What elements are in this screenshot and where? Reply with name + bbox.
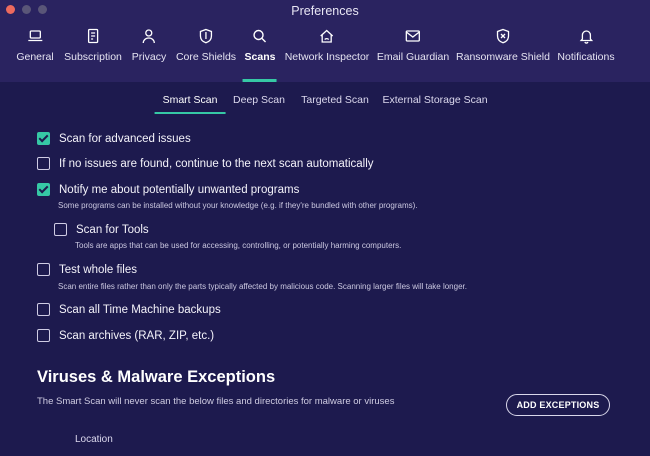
advanced-issues-checkbox[interactable]: [37, 132, 50, 145]
tab-core-shields-label: Core Shields: [175, 51, 237, 63]
scan-archives-checkbox[interactable]: [37, 329, 50, 342]
window-title: Preferences: [291, 4, 359, 18]
tab-ransomware-shield-label: Ransomware Shield: [456, 51, 550, 63]
tab-general-label: General: [16, 51, 54, 63]
tab-network-inspector[interactable]: Network Inspector: [284, 24, 370, 82]
subtab-deep-scan[interactable]: Deep Scan: [225, 92, 293, 112]
advanced-issues-label: Scan for advanced issues: [59, 132, 191, 145]
laptop-icon: [27, 30, 42, 42]
time-machine-label: Scan all Time Machine backups: [59, 303, 221, 316]
time-machine-checkbox[interactable]: [37, 303, 50, 316]
shield-icon: [199, 28, 213, 44]
home-wifi-icon: [320, 29, 334, 43]
unwanted-programs-hint: Some programs can be installed without y…: [58, 201, 418, 210]
test-whole-files-label: Test whole files: [59, 263, 137, 276]
tab-subscription-label: Subscription: [64, 51, 122, 63]
envelope-icon: [405, 30, 421, 42]
tab-general[interactable]: General: [16, 24, 54, 82]
option-time-machine[interactable]: Scan all Time Machine backups: [37, 303, 221, 316]
tab-scans-label: Scans: [244, 51, 276, 63]
tab-privacy-label: Privacy: [131, 51, 167, 63]
test-whole-files-checkbox[interactable]: [37, 263, 50, 276]
subtab-smart-scan[interactable]: Smart Scan: [154, 92, 226, 114]
document-icon: [87, 28, 99, 44]
unwanted-programs-label: Notify me about potentially unwanted pro…: [59, 183, 300, 196]
option-unwanted-programs[interactable]: Notify me about potentially unwanted pro…: [37, 183, 299, 196]
location-column-header: Location: [75, 434, 113, 445]
tab-email-guardian[interactable]: Email Guardian: [377, 24, 449, 82]
subtab-external-storage-scan[interactable]: External Storage Scan: [374, 92, 495, 112]
magnifier-icon: [253, 29, 267, 43]
unwanted-programs-checkbox[interactable]: [37, 183, 50, 196]
bell-icon: [579, 30, 593, 44]
tab-privacy[interactable]: Privacy: [132, 24, 166, 82]
test-whole-files-hint: Scan entire files rather than only the p…: [58, 282, 467, 291]
active-tab-indicator: [243, 79, 277, 82]
continue-next-scan-label: If no issues are found, continue to the …: [59, 157, 374, 170]
tab-network-inspector-label: Network Inspector: [284, 51, 370, 63]
scan-type-tabs: Smart Scan Deep Scan Targeted Scan Exter…: [0, 92, 650, 114]
tab-notifications-label: Notifications: [557, 51, 615, 63]
option-scan-for-tools[interactable]: Scan for Tools: [54, 223, 149, 236]
continue-next-scan-checkbox[interactable]: [37, 157, 50, 170]
scan-for-tools-label: Scan for Tools: [76, 223, 149, 236]
tab-subscription[interactable]: Subscription: [64, 24, 122, 82]
scan-archives-label: Scan archives (RAR, ZIP, etc.): [59, 329, 215, 342]
tab-scans[interactable]: Scans: [243, 24, 277, 82]
option-advanced-issues[interactable]: Scan for advanced issues: [37, 132, 191, 145]
person-icon: [142, 29, 156, 44]
option-scan-archives[interactable]: Scan archives (RAR, ZIP, etc.): [37, 329, 214, 342]
option-continue-next-scan[interactable]: If no issues are found, continue to the …: [37, 157, 374, 170]
tab-ransomware-shield[interactable]: Ransomware Shield: [456, 24, 550, 82]
tab-core-shields[interactable]: Core Shields: [176, 24, 236, 82]
exceptions-section-title: Viruses & Malware Exceptions: [37, 368, 276, 386]
exceptions-description: The Smart Scan will never scan the below…: [37, 396, 395, 407]
title-bar: Preferences General Subscription Privacy…: [0, 0, 650, 82]
preferences-toolbar: General Subscription Privacy Core Shield…: [0, 24, 650, 82]
shield-x-icon: [496, 28, 510, 44]
scan-for-tools-checkbox[interactable]: [54, 223, 67, 236]
subtab-targeted-scan[interactable]: Targeted Scan: [293, 92, 377, 112]
tab-notifications[interactable]: Notifications: [557, 24, 615, 82]
tab-email-guardian-label: Email Guardian: [376, 51, 450, 63]
scan-for-tools-hint: Tools are apps that can be used for acce…: [75, 241, 402, 250]
add-exceptions-button[interactable]: ADD EXCEPTIONS: [506, 394, 610, 416]
option-test-whole-files[interactable]: Test whole files: [37, 263, 137, 276]
